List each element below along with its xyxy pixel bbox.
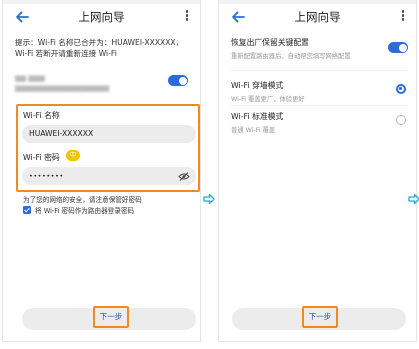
right-arrow-icon [203, 193, 215, 205]
next-button-container[interactable]: 下一步 [232, 306, 406, 330]
hint-line-1: 提示：Wi-Fi 名称已合并为：HUAWEI-XXXXXX， [15, 38, 184, 47]
status-bar [219, 0, 416, 4]
use-as-admin-password-checkbox[interactable] [23, 206, 31, 214]
use-as-admin-password-label: 将 Wi-Fi 密码作为路由器登录密码 [35, 207, 135, 215]
right-arrow-icon [408, 193, 419, 205]
mode-subtitle: 普通 Wi-Fi 覆盖 [231, 127, 276, 134]
divider [231, 105, 408, 106]
more-vertical-icon[interactable] [184, 9, 190, 25]
mode-option-standard[interactable]: Wi-Fi 标准模式 普通 Wi-Fi 覆盖 [231, 111, 408, 134]
right-screen: 上网向导 恢复出厂保留关键配置 重新配置路由器后，自动帮您填写网络配置 Wi-F… [218, 0, 417, 342]
password-strength-badge: 中 [66, 150, 80, 161]
eye-hidden-icon[interactable] [178, 172, 190, 181]
page-title: 上网向导 [78, 10, 125, 24]
mode-radio-selected[interactable] [396, 84, 406, 94]
next-button[interactable]: 下一步 [302, 306, 338, 328]
wifi-name-input[interactable]: HUAWEI-XXXXXX [22, 125, 196, 143]
mode-radio-unselected[interactable] [396, 115, 406, 125]
obscured-setting-subtitle: ▆▆▆▆▆▆▆▆▆▆▆▆▆▆▆▆▆ [15, 83, 109, 92]
status-bar [3, 0, 200, 4]
next-button-container[interactable]: 下一步 [22, 306, 196, 330]
restore-config-row: 恢复出厂保留关键配置 重新配置路由器后，自动帮您填写网络配置 [231, 37, 408, 60]
more-vertical-icon[interactable] [400, 9, 406, 25]
restore-config-title: 恢复出厂保留关键配置 [231, 38, 309, 47]
mode-title: Wi-Fi 标准模式 [231, 112, 284, 121]
next-button[interactable]: 下一步 [93, 306, 129, 328]
security-note: 为了您的网络的安全，请注意保管好密码 [23, 196, 142, 204]
divider [231, 70, 408, 71]
obscured-setting-row: ▆▆ ▆▆▆ ▆▆▆▆▆▆▆▆▆▆▆▆▆▆▆▆▆ [15, 72, 192, 94]
restore-config-toggle[interactable] [388, 42, 408, 53]
top-bar: 上网向导 [3, 6, 200, 28]
page-title: 上网向导 [294, 10, 341, 24]
mode-option-wall-penetration[interactable]: Wi-Fi 穿墙模式 Wi-Fi 覆盖更广，体验更好 [231, 80, 408, 103]
obscured-setting-toggle[interactable] [168, 75, 188, 86]
hint-line-2: Wi-Fi 若断开请重新连接 Wi-Fi [15, 49, 117, 58]
left-screen: 上网向导 提示：Wi-Fi 名称已合并为：HUAWEI-XXXXXX， Wi-F… [2, 0, 201, 342]
restore-config-subtitle: 重新配置路由器后，自动帮您填写网络配置 [231, 53, 351, 60]
obscured-setting-title: ▆▆ ▆▆▆ [15, 73, 45, 82]
hint-text: 提示：Wi-Fi 名称已合并为：HUAWEI-XXXXXX， Wi-Fi 若断开… [15, 37, 192, 59]
mode-subtitle: Wi-Fi 覆盖更广，体验更好 [231, 96, 305, 103]
wifi-password-input[interactable]: •••••••• [22, 167, 196, 185]
screenshot: 上网向导 提示：Wi-Fi 名称已合并为：HUAWEI-XXXXXX， Wi-F… [0, 0, 419, 349]
mode-title: Wi-Fi 穿墙模式 [231, 81, 284, 90]
wifi-name-label: Wi-Fi 名称 [23, 111, 60, 120]
top-bar: 上网向导 [219, 6, 416, 28]
wifi-password-label: Wi-Fi 密码 [23, 153, 60, 162]
